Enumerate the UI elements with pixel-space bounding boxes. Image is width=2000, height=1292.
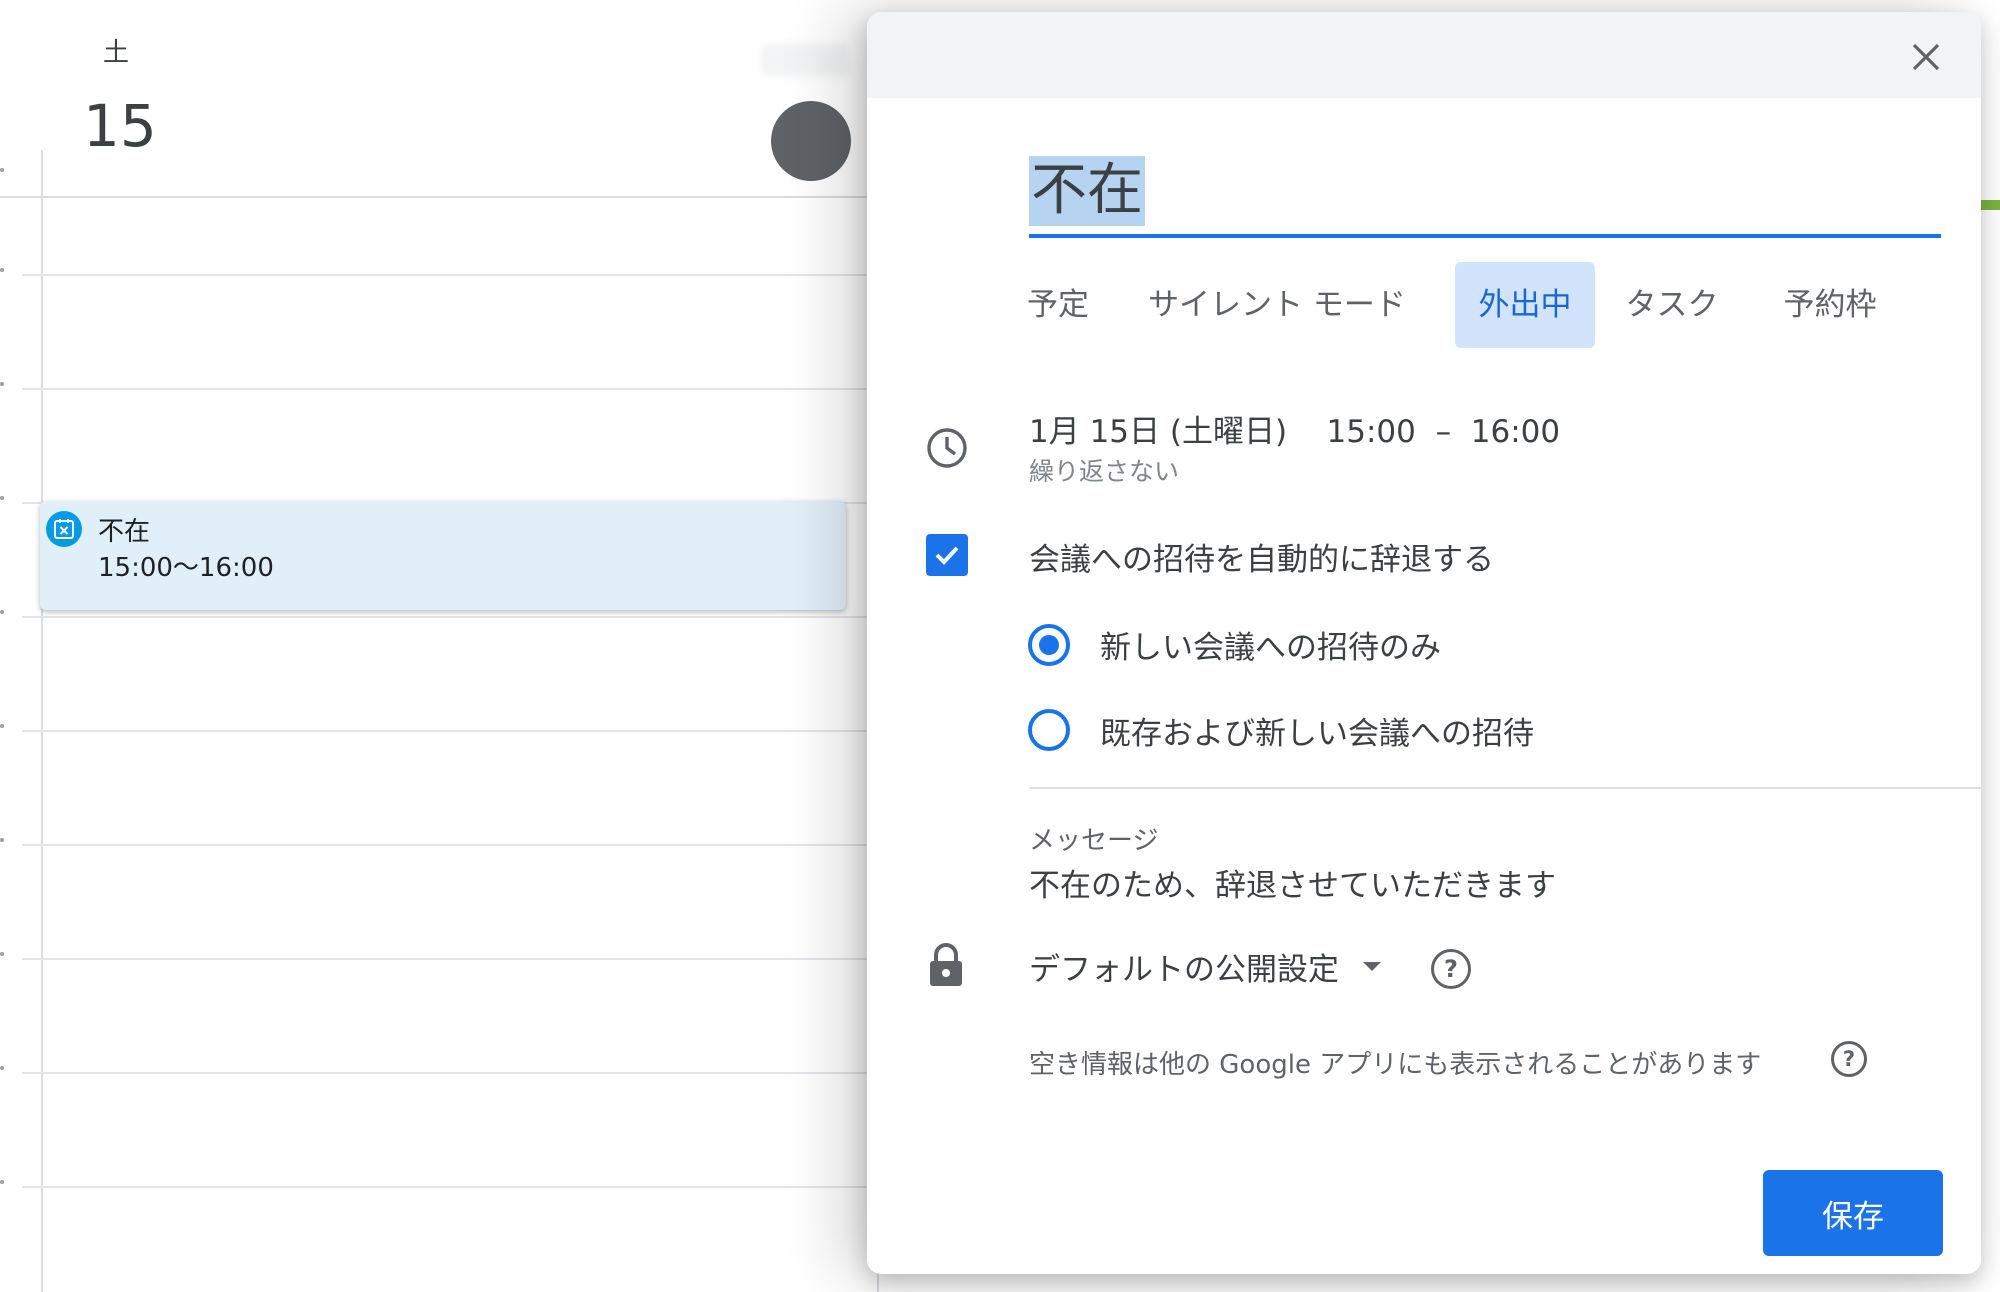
time-separator: – (1435, 414, 1452, 450)
tab-appointment-slots[interactable]: 予約枠 (1771, 262, 1889, 348)
event-date[interactable]: 1月 15日 (土曜日) (1029, 414, 1287, 450)
message-input[interactable]: 不在のため、辞退させていただきます (1029, 860, 1556, 905)
checkmark-icon (935, 546, 959, 565)
help-icon[interactable]: ? (1431, 949, 1471, 989)
lock-icon (930, 943, 962, 986)
auto-decline-label[interactable]: 会議への招待を自動的に辞退する (1029, 534, 1494, 579)
clock-icon (927, 428, 967, 468)
hour-line (22, 616, 902, 618)
event-end-time[interactable]: 16:00 (1471, 414, 1560, 450)
radio-new-invites-only[interactable] (1028, 624, 1070, 666)
hour-tick (0, 382, 4, 386)
title-field[interactable]: 不在 (1029, 142, 1941, 238)
event-title: 不在 (98, 517, 151, 547)
hour-line (22, 274, 902, 276)
out-of-office-icon (46, 511, 82, 547)
hour-tick (0, 952, 4, 956)
save-button[interactable]: 保存 (1763, 1170, 1943, 1256)
event-start-time[interactable]: 15:00 (1327, 414, 1416, 450)
event-time: 15:00〜16:00 (98, 553, 274, 583)
hour-line (22, 844, 902, 846)
hour-tick (0, 1180, 4, 1184)
radio-label-new-only[interactable]: 新しい会議への招待のみ (1100, 622, 1441, 667)
repeat-setting[interactable]: 繰り返さない (1029, 452, 1179, 488)
tab-do-not-disturb[interactable]: サイレント モード (1135, 262, 1419, 348)
close-button[interactable] (1901, 32, 1951, 82)
visibility-dropdown[interactable]: デフォルトの公開設定 (1029, 944, 1381, 989)
dialog-header (867, 12, 1981, 98)
hour-line (22, 1072, 902, 1074)
hour-line (22, 1186, 902, 1188)
header-divider (0, 196, 900, 198)
tab-event[interactable]: 予定 (1013, 262, 1103, 348)
hour-tick (0, 268, 4, 272)
radio-label-existing-and-new[interactable]: 既存および新しい会議への招待 (1100, 708, 1534, 753)
hour-tick (0, 838, 4, 842)
help-icon[interactable]: ? (1831, 1041, 1867, 1077)
day-number[interactable]: 15 (83, 92, 157, 160)
column-divider (41, 150, 43, 1292)
section-divider (1029, 787, 1981, 789)
date-time-row[interactable]: 1月 15日 (土曜日) 15:00 – 16:00 (1029, 406, 1560, 451)
blurred-label (762, 44, 848, 76)
calendar-event[interactable]: 不在 15:00〜16:00 (40, 501, 846, 610)
tab-task[interactable]: タスク (1613, 262, 1731, 348)
close-icon (1912, 43, 1940, 71)
radio-existing-and-new[interactable] (1028, 709, 1070, 751)
hour-tick (0, 496, 4, 500)
availability-info: 空き情報は他の Google アプリにも表示されることがあります (1029, 1050, 1762, 1080)
auto-decline-checkbox[interactable] (926, 534, 968, 576)
hour-tick (0, 1066, 4, 1070)
event-edit-dialog: 不在 予定 サイレント モード 外出中 タスク 予約枠 1月 15日 (土曜日)… (867, 12, 1981, 1274)
radio-selected-dot (1039, 635, 1059, 655)
hour-tick (0, 610, 4, 614)
hour-tick (0, 724, 4, 728)
event-edge-marker (1980, 200, 2000, 210)
visibility-value: デフォルトの公開設定 (1029, 952, 1339, 988)
title-input[interactable]: 不在 (1029, 156, 1145, 226)
tab-out-of-office[interactable]: 外出中 (1455, 262, 1595, 348)
hour-tick (0, 168, 4, 172)
chevron-down-icon (1363, 962, 1381, 971)
day-name: 土 (103, 38, 130, 68)
hour-line (22, 730, 902, 732)
hour-line (22, 388, 902, 390)
hour-line (22, 958, 902, 960)
avatar[interactable] (771, 101, 851, 181)
message-label: メッセージ (1029, 826, 1159, 856)
